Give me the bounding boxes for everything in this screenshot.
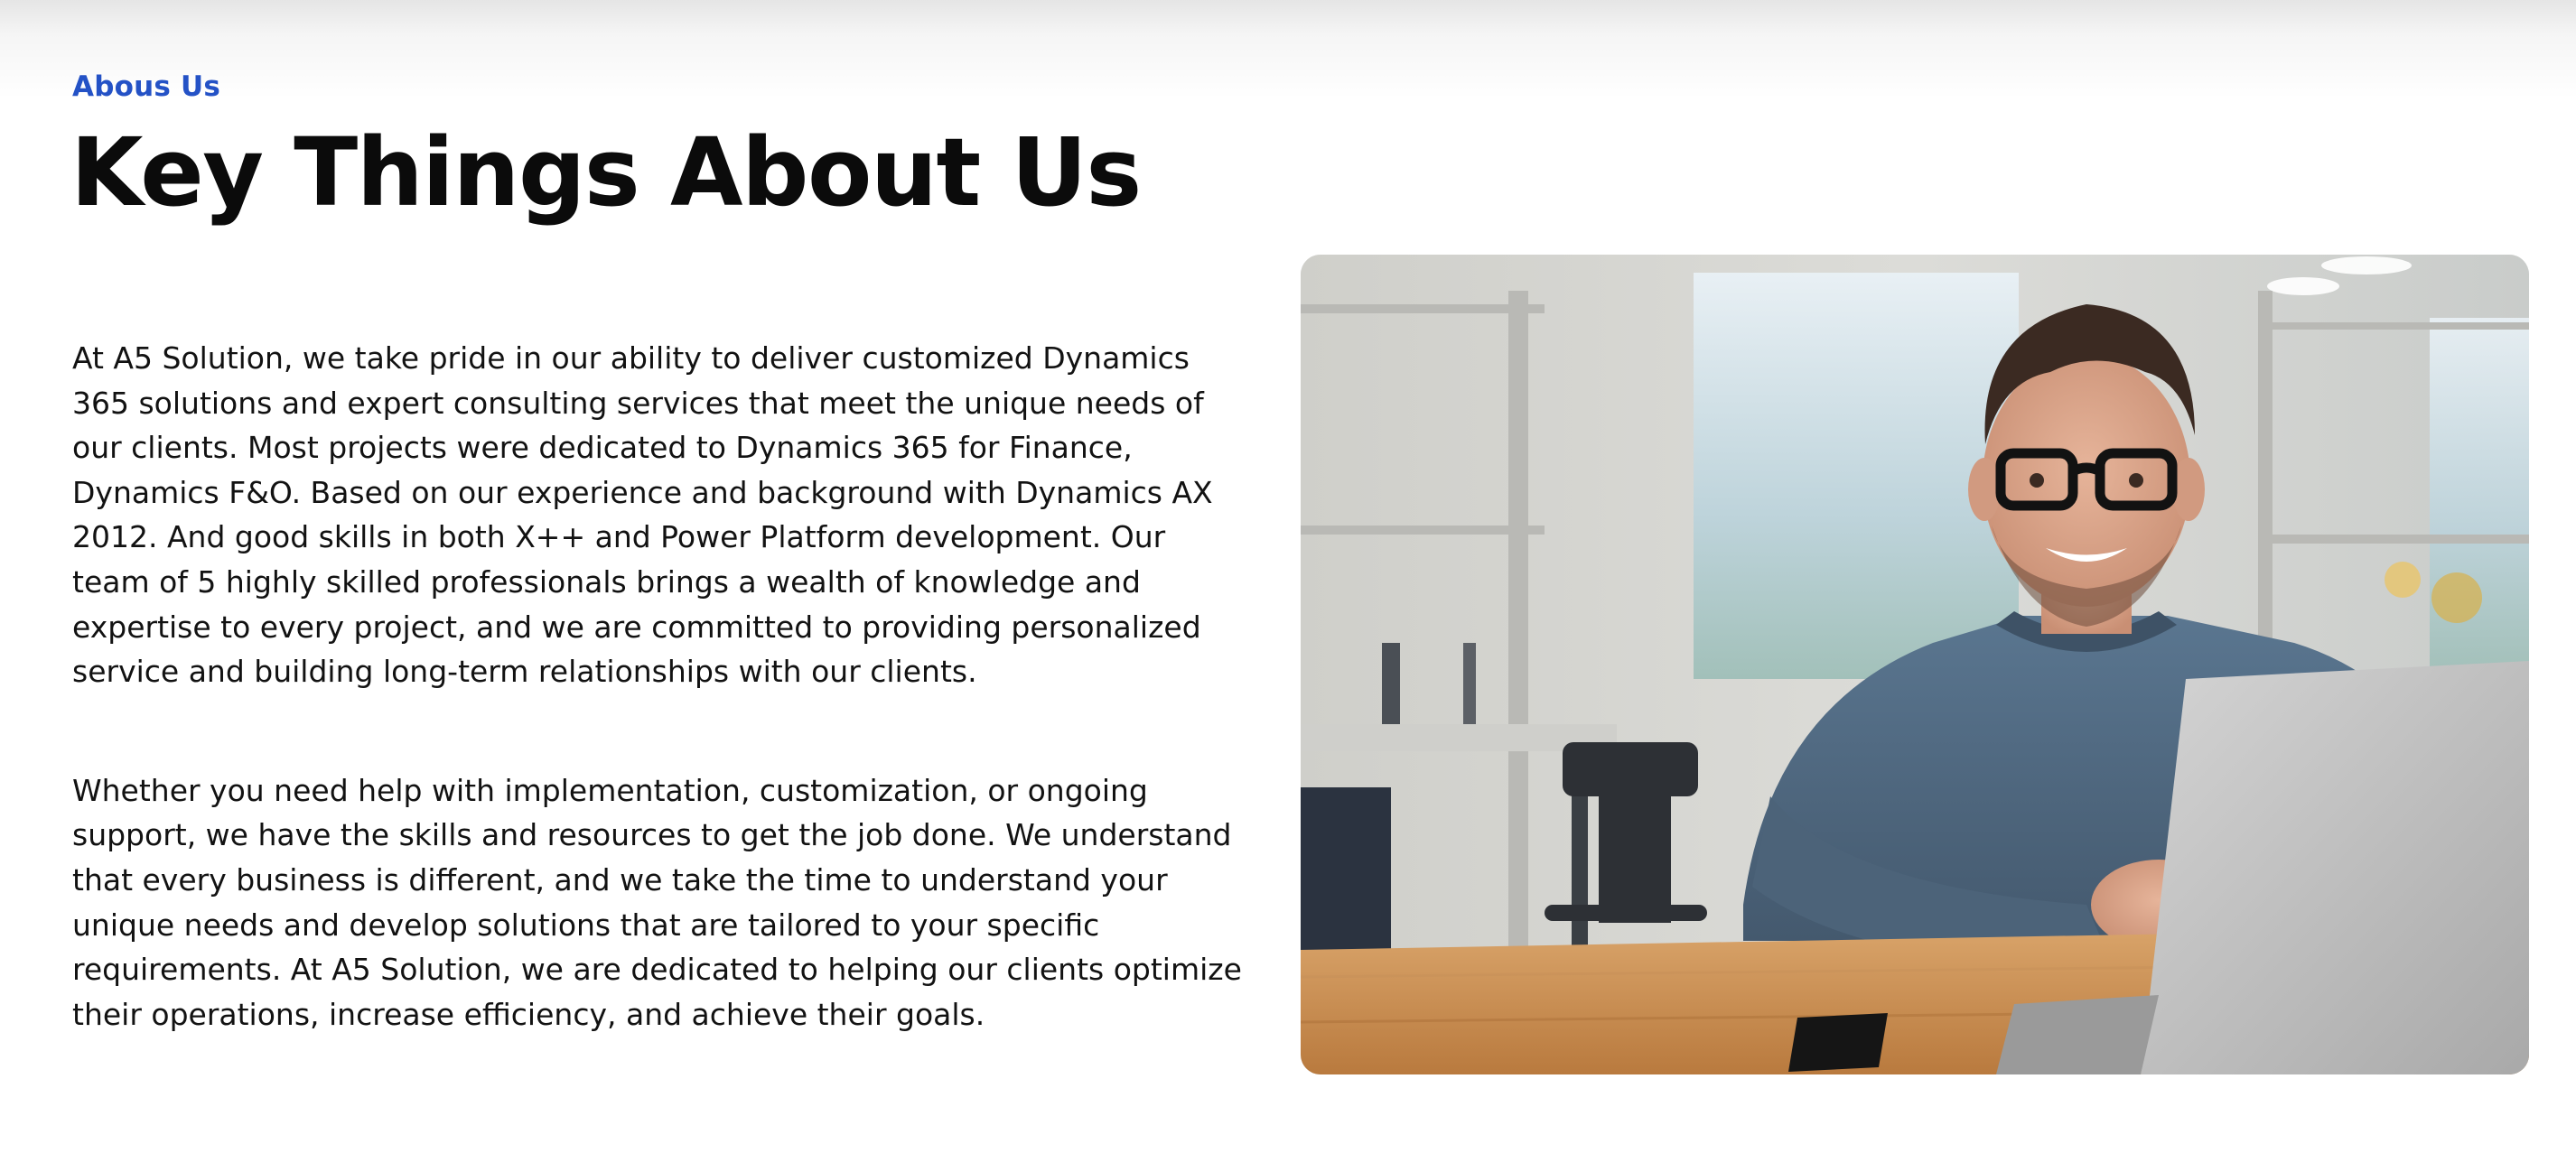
about-section: Abous Us Key Things About Us At A5 Solut…	[70, 63, 2529, 1093]
section-eyebrow: Abous Us	[72, 70, 221, 103]
about-paragraph-1: At A5 Solution, we take pride in our abi…	[72, 340, 1213, 690]
about-text-column: At A5 Solution, we take pride in our abi…	[72, 336, 1246, 1111]
about-paragraph-2: Whether you need help with implementatio…	[72, 772, 1242, 1032]
section-heading: Key Things About Us	[70, 117, 1142, 228]
about-photo	[1301, 255, 2529, 1074]
